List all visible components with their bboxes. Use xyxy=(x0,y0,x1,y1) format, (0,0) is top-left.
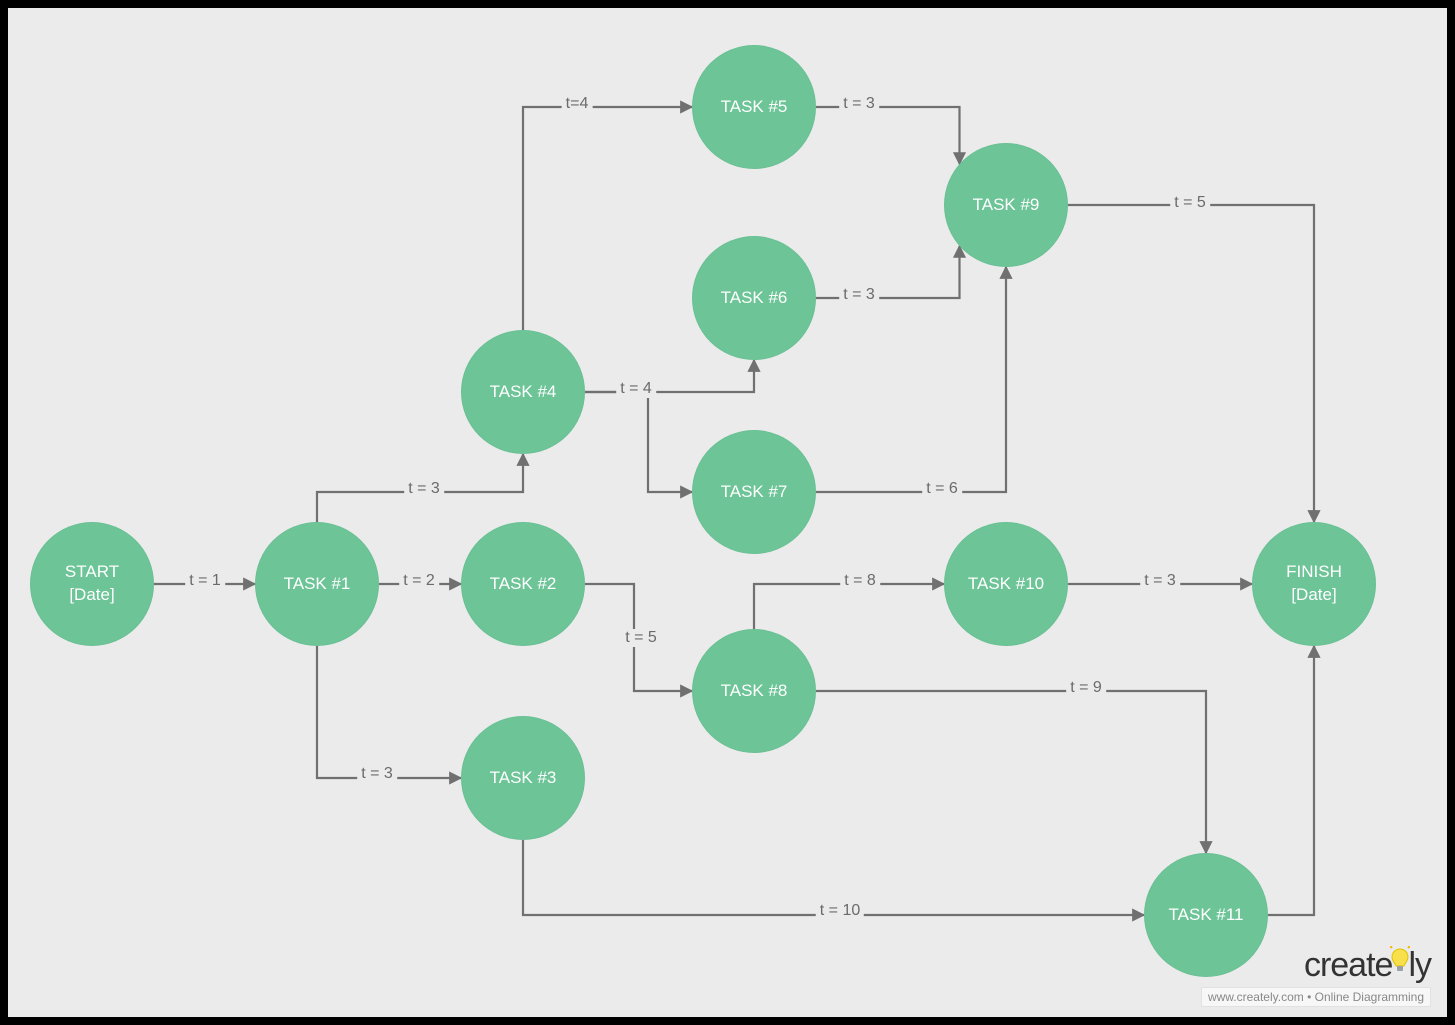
node-t1[interactable]: TASK #1 xyxy=(255,522,379,646)
edge-label-e_t4_t6: t = 4 xyxy=(616,380,656,398)
edge-label-e_t8_t10: t = 8 xyxy=(840,572,880,590)
edge-e_t6_t9 xyxy=(816,246,960,298)
edge-label-e_t7_t9: t = 6 xyxy=(922,480,962,498)
edge-label-e_t1_t3: t = 3 xyxy=(357,765,397,783)
node-t4[interactable]: TASK #4 xyxy=(461,330,585,454)
edge-label-e_t4_t5: t=4 xyxy=(562,95,593,113)
edge-label-e_t5_t9: t = 3 xyxy=(839,95,879,113)
edge-e_t4_t7 xyxy=(585,392,692,492)
edge-e_t8_t10 xyxy=(754,584,944,629)
logo-text-pre: create xyxy=(1304,946,1393,984)
diagram-canvas: START [Date] TASK #1 TASK #2 TASK #3 TASK #4… xyxy=(0,0,1455,1025)
edge-label-e_t10_fin: t = 3 xyxy=(1140,572,1180,590)
creately-logo: create ly xyxy=(1201,946,1431,985)
edge-label-e_t2_t8: t = 5 xyxy=(621,629,661,647)
edge-e_t4_t6 xyxy=(585,360,754,392)
node-finish[interactable]: FINISH [Date] xyxy=(1252,522,1376,646)
node-start[interactable]: START [Date] xyxy=(30,522,154,646)
bulb-icon xyxy=(1390,944,1410,983)
node-t8[interactable]: TASK #8 xyxy=(692,629,816,753)
edge-label-e_t1_t4: t = 3 xyxy=(404,480,444,498)
edge-e_t1_t3 xyxy=(317,646,461,778)
node-t6[interactable]: TASK #6 xyxy=(692,236,816,360)
node-t3[interactable]: TASK #3 xyxy=(461,716,585,840)
node-t9[interactable]: TASK #9 xyxy=(944,143,1068,267)
edge-e_t5_t9 xyxy=(816,107,960,164)
edge-label-e_start_t1: t = 1 xyxy=(185,572,225,590)
node-t10[interactable]: TASK #10 xyxy=(944,522,1068,646)
node-t5[interactable]: TASK #5 xyxy=(692,45,816,169)
edge-e_t9_fin xyxy=(1068,205,1314,522)
edge-label-e_t9_fin: t = 5 xyxy=(1170,194,1210,212)
brand-tagline: www.creately.com • Online Diagramming xyxy=(1201,987,1431,1007)
edge-e_t4_t5 xyxy=(523,107,692,330)
node-t7[interactable]: TASK #7 xyxy=(692,430,816,554)
logo-text-post: ly xyxy=(1408,946,1431,984)
edge-e_t11_fin xyxy=(1268,646,1314,915)
node-t2[interactable]: TASK #2 xyxy=(461,522,585,646)
creately-brand: create ly www.creately.com • Online Diagr… xyxy=(1201,946,1431,1007)
edge-label-e_t8_t11: t = 9 xyxy=(1066,679,1106,697)
edge-label-e_t1_t2: t = 2 xyxy=(399,572,439,590)
edge-label-e_t6_t9: t = 3 xyxy=(839,286,879,304)
edge-label-e_t3_t11: t = 10 xyxy=(816,902,864,920)
edge-e_t8_t11 xyxy=(816,691,1206,853)
